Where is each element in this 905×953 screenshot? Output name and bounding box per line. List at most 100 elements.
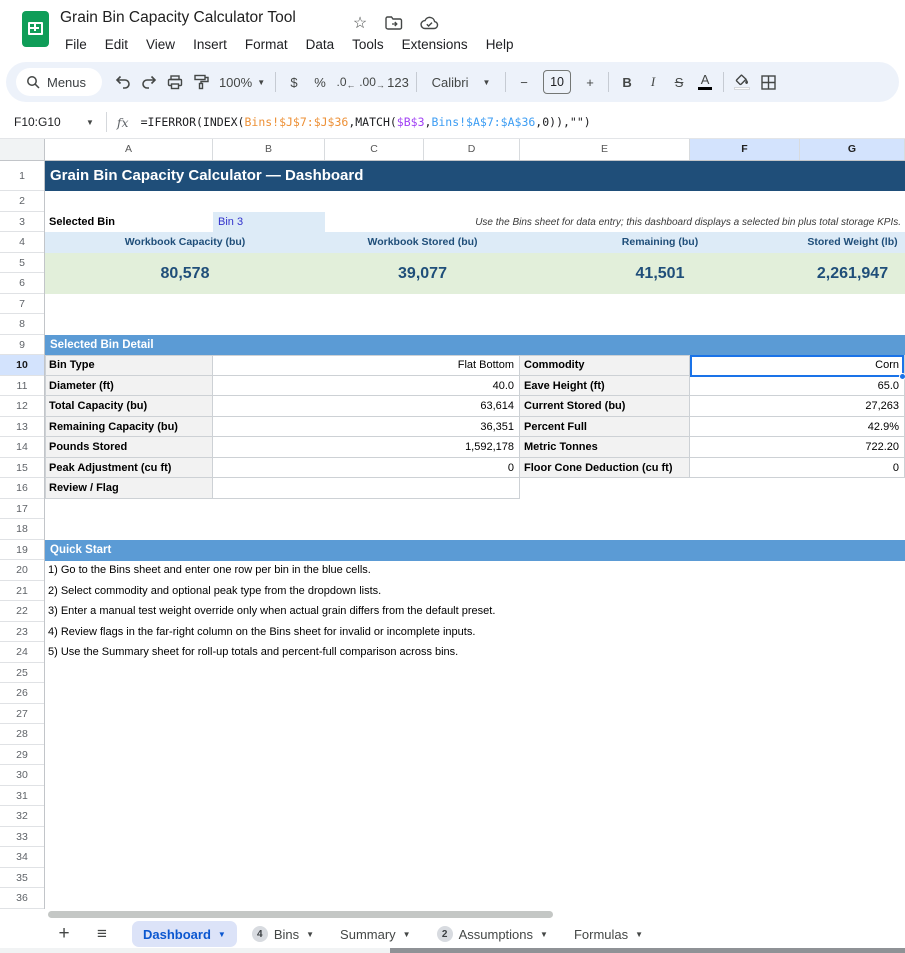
- menu-view[interactable]: View: [137, 33, 184, 56]
- increase-decimal-button[interactable]: .00→: [359, 68, 385, 96]
- column-header-D[interactable]: D: [424, 139, 520, 160]
- name-box[interactable]: F10:G10: [0, 115, 86, 129]
- quickstart-line-2[interactable]: 2) Select commodity and optional peak ty…: [48, 581, 898, 602]
- sheet-tab-bins[interactable]: 4Bins▼: [241, 921, 325, 947]
- quickstart-line-4[interactable]: 4) Review flags in the far-right column …: [48, 622, 898, 643]
- selected-bin-value-cell[interactable]: Bin 3: [213, 212, 325, 233]
- detail-section-header-cell[interactable]: Selected Bin Detail: [45, 335, 905, 356]
- detail-value-cell[interactable]: 42.9%: [690, 417, 905, 438]
- row-header-31[interactable]: 31: [0, 786, 44, 807]
- detail-value-cell[interactable]: 63,614: [213, 396, 520, 417]
- quickstart-line-1[interactable]: 1) Go to the Bins sheet and enter one ro…: [48, 560, 898, 581]
- paint-format-button[interactable]: [188, 68, 214, 96]
- row-header-12[interactable]: 12: [0, 396, 44, 417]
- quickstart-line-3[interactable]: 3) Enter a manual test weight override o…: [48, 601, 898, 622]
- row-header-34[interactable]: 34: [0, 847, 44, 868]
- row-header-10[interactable]: 10: [0, 355, 44, 376]
- currency-format-button[interactable]: $: [281, 68, 307, 96]
- kpi-label-4[interactable]: Stored Weight (lb): [800, 232, 905, 253]
- dashboard-banner-cell[interactable]: Grain Bin Capacity Calculator — Dashboar…: [45, 161, 905, 191]
- all-sheets-menu-button[interactable]: ≡: [90, 924, 114, 944]
- fill-color-button[interactable]: [729, 68, 755, 96]
- row-header-5[interactable]: 5: [0, 253, 44, 274]
- detail-label-cell[interactable]: Commodity: [520, 355, 690, 376]
- menu-data[interactable]: Data: [297, 33, 344, 56]
- detail-value-cell[interactable]: 1,592,178: [213, 437, 520, 458]
- cloud-saved-icon[interactable]: [419, 13, 439, 33]
- detail-label-cell[interactable]: Current Stored (bu): [520, 396, 690, 417]
- kpi-value-1[interactable]: 80,578: [45, 253, 325, 294]
- detail-label-cell[interactable]: Bin Type: [45, 355, 213, 376]
- detail-label-cell[interactable]: Pounds Stored: [45, 437, 213, 458]
- row-header-24[interactable]: 24: [0, 642, 44, 663]
- detail-label-cell[interactable]: Remaining Capacity (bu): [45, 417, 213, 438]
- row-header-22[interactable]: 22: [0, 601, 44, 622]
- decrease-font-size-button[interactable]: −: [511, 68, 537, 96]
- menu-file[interactable]: File: [56, 33, 96, 56]
- kpi-label-1[interactable]: Workbook Capacity (bu): [45, 232, 325, 253]
- row-header-18[interactable]: 18: [0, 519, 44, 540]
- sheets-logo-icon[interactable]: [22, 11, 49, 47]
- quickstart-section-header-cell[interactable]: Quick Start: [45, 540, 905, 561]
- row-header-27[interactable]: 27: [0, 704, 44, 725]
- detail-label-cell[interactable]: Percent Full: [520, 417, 690, 438]
- selection-fill-handle[interactable]: [899, 373, 905, 380]
- selected-bin-label-cell[interactable]: Selected Bin: [45, 212, 213, 233]
- detail-value-cell[interactable]: 0: [690, 458, 905, 479]
- column-header-A[interactable]: A: [45, 139, 213, 160]
- detail-value-cell[interactable]: [213, 478, 520, 499]
- kpi-label-2[interactable]: Workbook Stored (bu): [325, 232, 520, 253]
- row-header-30[interactable]: 30: [0, 765, 44, 786]
- row-header-11[interactable]: 11: [0, 376, 44, 397]
- menu-format[interactable]: Format: [236, 33, 297, 56]
- menu-tools[interactable]: Tools: [343, 33, 393, 56]
- row-header-36[interactable]: 36: [0, 888, 44, 909]
- menu-edit[interactable]: Edit: [96, 33, 137, 56]
- menu-insert[interactable]: Insert: [184, 33, 236, 56]
- select-all-corner[interactable]: [0, 139, 45, 160]
- row-header-25[interactable]: 25: [0, 663, 44, 684]
- row-header-33[interactable]: 33: [0, 827, 44, 848]
- detail-value-cell[interactable]: 36,351: [213, 417, 520, 438]
- percent-format-button[interactable]: %: [307, 68, 333, 96]
- row-header-29[interactable]: 29: [0, 745, 44, 766]
- row-header-26[interactable]: 26: [0, 683, 44, 704]
- document-title[interactable]: Grain Bin Capacity Calculator Tool: [60, 9, 296, 27]
- borders-button[interactable]: [755, 68, 781, 96]
- row-header-4[interactable]: 4: [0, 232, 44, 253]
- row-header-7[interactable]: 7: [0, 294, 44, 315]
- kpi-value-4[interactable]: 2,261,947: [800, 253, 905, 294]
- strikethrough-button[interactable]: S: [666, 68, 692, 96]
- detail-label-cell[interactable]: Floor Cone Deduction (cu ft): [520, 458, 690, 479]
- move-folder-icon[interactable]: [384, 13, 404, 33]
- chevron-down-icon[interactable]: ▼: [86, 118, 94, 127]
- number-format-button[interactable]: 123: [385, 68, 411, 96]
- sheet-tab-assumptions[interactable]: 2Assumptions▼: [426, 921, 559, 947]
- kpi-value-2[interactable]: 39,077: [325, 253, 520, 294]
- detail-value-cell[interactable]: 40.0: [213, 376, 520, 397]
- formula-input[interactable]: =IFERROR(INDEX(Bins!$J$7:$J$36,MATCH($B$…: [141, 115, 591, 129]
- sheet-tab-dashboard[interactable]: Dashboard▼: [132, 921, 237, 947]
- sheet-tab-formulas[interactable]: Formulas▼: [563, 921, 654, 947]
- row-header-32[interactable]: 32: [0, 806, 44, 827]
- row-header-35[interactable]: 35: [0, 868, 44, 889]
- redo-button[interactable]: [136, 68, 162, 96]
- undo-button[interactable]: [110, 68, 136, 96]
- sheet-tab-summary[interactable]: Summary▼: [329, 921, 422, 947]
- detail-label-cell[interactable]: Metric Tonnes: [520, 437, 690, 458]
- row-header-28[interactable]: 28: [0, 724, 44, 745]
- quickstart-line-5[interactable]: 5) Use the Summary sheet for roll-up tot…: [48, 642, 898, 663]
- column-header-B[interactable]: B: [213, 139, 325, 160]
- row-header-9[interactable]: 9: [0, 335, 44, 356]
- row-header-14[interactable]: 14: [0, 437, 44, 458]
- detail-label-cell[interactable]: Diameter (ft): [45, 376, 213, 397]
- row-header-23[interactable]: 23: [0, 622, 44, 643]
- row-header-1[interactable]: 1: [0, 161, 44, 191]
- menu-extensions[interactable]: Extensions: [393, 33, 477, 56]
- detail-label-cell[interactable]: Eave Height (ft): [520, 376, 690, 397]
- row-header-16[interactable]: 16: [0, 478, 44, 499]
- add-sheet-button[interactable]: +: [52, 923, 76, 945]
- row-header-8[interactable]: 8: [0, 314, 44, 335]
- column-header-C[interactable]: C: [325, 139, 424, 160]
- horizontal-scrollbar-thumb[interactable]: [48, 911, 553, 918]
